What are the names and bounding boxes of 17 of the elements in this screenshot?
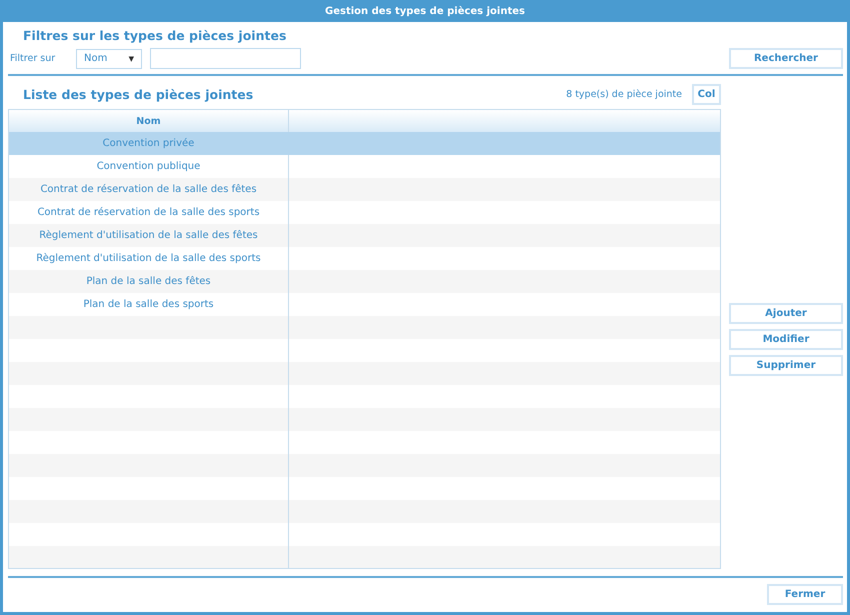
columns-button[interactable]: Col	[692, 84, 721, 104]
section-title: Liste des types de pièces jointes	[22, 86, 254, 102]
table-row[interactable]: Convention privée	[9, 132, 720, 155]
item-count: 8 type(s) de pièce jointe	[566, 88, 682, 100]
search-button[interactable]: Rechercher	[729, 48, 843, 69]
search-field[interactable]	[150, 48, 301, 69]
section-title: Filtres sur les types de pièces jointes	[22, 28, 288, 43]
table-row[interactable]: Plan de la salle des fêtes	[9, 270, 720, 293]
table-row[interactable]: Règlement d'utilisation de la salle des fêtes	[9, 224, 720, 247]
action-button[interactable]: Ajouter	[729, 303, 843, 324]
action-button[interactable]: Supprimer	[729, 355, 843, 376]
table-cell-text: Convention privée	[102, 137, 196, 151]
action-button[interactable]: Modifier	[729, 329, 843, 350]
table-row[interactable]: Contrat de réservation de la salle des fêtes	[9, 178, 720, 201]
window-title: Gestion des types de pièces jointes	[3, 0, 847, 22]
filter-label: Filtrer sur	[10, 53, 56, 64]
close-button[interactable]: Fermer	[767, 584, 843, 605]
